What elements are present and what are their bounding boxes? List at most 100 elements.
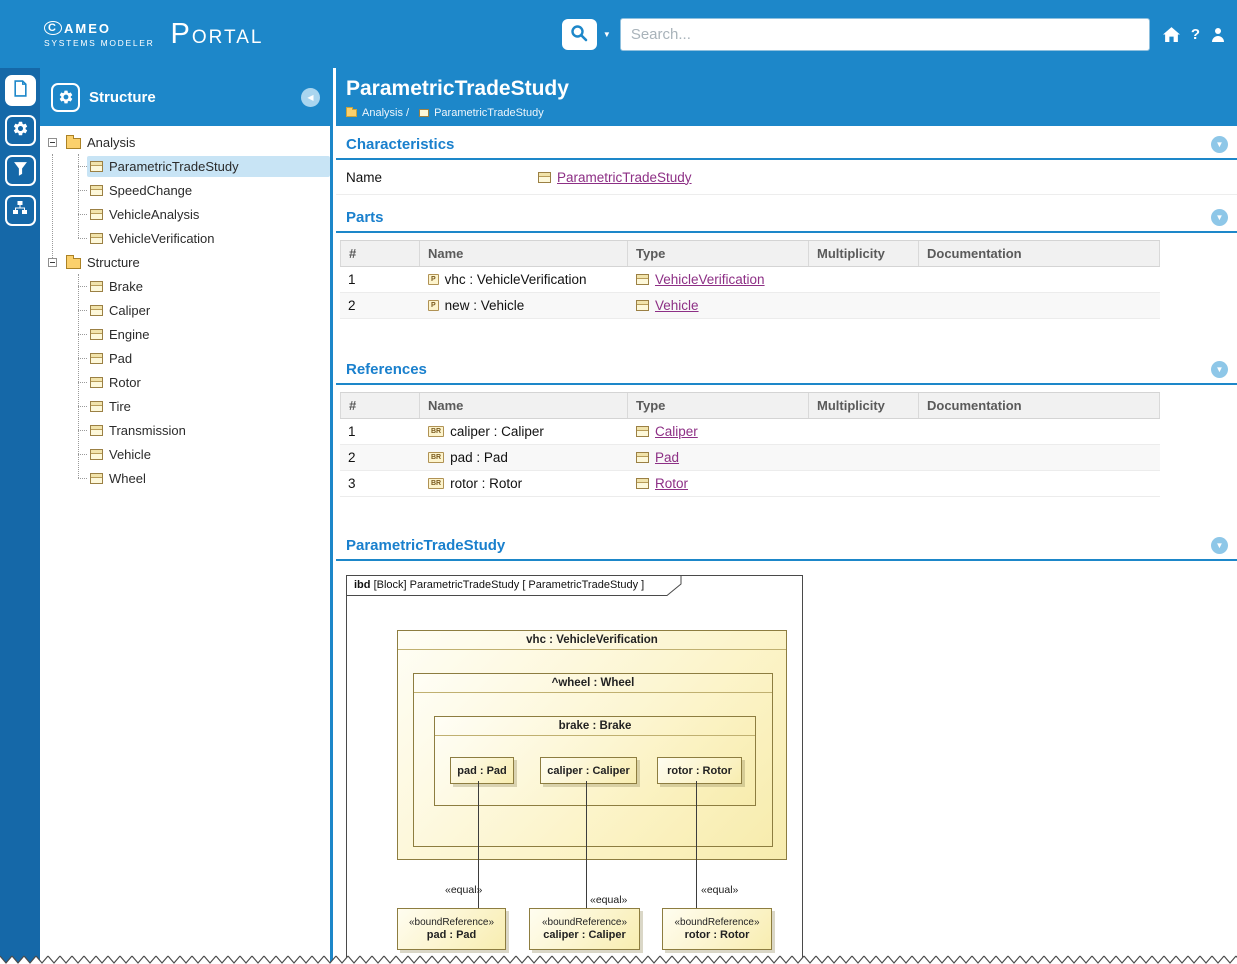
- column-header: #: [340, 241, 420, 266]
- bound-reference-pad[interactable]: «boundReference» pad : Pad: [397, 908, 506, 950]
- tree-item-wheel[interactable]: Wheel: [40, 466, 330, 490]
- tree-item-brake[interactable]: Brake: [40, 274, 330, 298]
- characteristic-name-row: Name ParametricTradeStudy: [336, 160, 1237, 195]
- type-link[interactable]: Pad: [655, 450, 679, 465]
- tree-item-parametrictradestudy[interactable]: ParametricTradeStudy: [40, 154, 330, 178]
- section-collapse-icon[interactable]: ▼: [1211, 537, 1228, 554]
- filter-tool-button[interactable]: [5, 155, 36, 186]
- section-collapse-icon[interactable]: ▼: [1211, 361, 1228, 378]
- diagram-node-caliper[interactable]: caliper : Caliper: [540, 757, 637, 784]
- settings-tool-button[interactable]: [5, 115, 36, 146]
- diagram-canvas[interactable]: ibd [Block] ParametricTradeStudy [ Param…: [346, 575, 803, 964]
- tree-item-label: Tire: [109, 399, 131, 414]
- tree-folder-structure[interactable]: Structure: [40, 250, 330, 274]
- section-collapse-icon[interactable]: ▼: [1211, 136, 1228, 153]
- tree-item-label: Structure: [87, 255, 140, 270]
- tree-item-speedchange[interactable]: SpeedChange: [40, 178, 330, 202]
- tree-item-rotor[interactable]: Rotor: [40, 370, 330, 394]
- search-button[interactable]: [562, 19, 597, 50]
- folder-icon: [66, 258, 81, 269]
- content-header: ParametricTradeStudy Analysis / Parametr…: [336, 68, 1237, 126]
- bound-reference-rotor[interactable]: «boundReference» rotor : Rotor: [662, 908, 772, 950]
- bound-reference-caliper[interactable]: «boundReference» caliper : Caliper: [529, 908, 640, 950]
- property-kind-icon: BR: [428, 478, 444, 489]
- brand-subtitle: SYSTEMS MODELER: [44, 38, 155, 48]
- diagram-node-brake[interactable]: brake : Brake pad : Pad caliper : Calipe…: [434, 716, 756, 806]
- product-name: PORTAL: [171, 18, 264, 51]
- row-number-cell: 1: [340, 267, 420, 292]
- block-icon: [90, 473, 103, 484]
- documentation-cell: [919, 471, 1160, 496]
- panel-collapse-button[interactable]: ◀: [301, 88, 320, 107]
- home-icon[interactable]: [1163, 27, 1180, 42]
- column-header: Name: [420, 393, 628, 418]
- block-icon: [90, 233, 103, 244]
- name-cell: Pnew : Vehicle: [420, 293, 628, 318]
- tree-item-label: Analysis: [87, 135, 135, 150]
- section-divider: [336, 383, 1237, 385]
- characteristics-section: Characteristics ▼ Name ParametricTradeSt…: [336, 136, 1237, 195]
- tree-item-pad[interactable]: Pad: [40, 346, 330, 370]
- equal-edge-label: «equal»: [701, 884, 738, 896]
- expand-collapse-handle[interactable]: [48, 258, 57, 267]
- bound-reference-name: rotor : Rotor: [685, 929, 750, 941]
- documentation-cell: [919, 267, 1160, 292]
- tree-item-tire[interactable]: Tire: [40, 394, 330, 418]
- type-link[interactable]: Vehicle: [655, 298, 699, 313]
- tree-item-transmission[interactable]: Transmission: [40, 418, 330, 442]
- content-scroll-area[interactable]: Characteristics ▼ Name ParametricTradeSt…: [336, 126, 1237, 964]
- table-row: 2BRpad : PadPad: [340, 445, 1160, 471]
- gear-icon: [12, 120, 29, 142]
- type-link[interactable]: Rotor: [655, 476, 688, 491]
- search-scope-caret-icon[interactable]: ▼: [603, 30, 611, 39]
- user-icon[interactable]: [1211, 27, 1225, 42]
- block-icon: [419, 109, 429, 117]
- expand-collapse-handle[interactable]: [48, 138, 57, 147]
- tree-item-label: ParametricTradeStudy: [109, 159, 239, 174]
- tree-item-body: Transmission: [87, 420, 330, 441]
- block-icon: [90, 353, 103, 364]
- tree-item-vehicleanalysis[interactable]: VehicleAnalysis: [40, 202, 330, 226]
- breadcrumb-current[interactable]: ParametricTradeStudy: [419, 107, 544, 119]
- structure-panel: Structure ◀ Analysis ParametricTradeStudy…: [40, 68, 333, 964]
- diagram-node-vhc[interactable]: vhc : VehicleVerification ^wheel : Wheel…: [397, 630, 787, 860]
- stereotype-label: «boundReference»: [409, 917, 494, 928]
- tree-item-caliper[interactable]: Caliper: [40, 298, 330, 322]
- tree-item-body: Brake: [87, 276, 330, 297]
- tree-item-label: Wheel: [109, 471, 146, 486]
- property-name: caliper : Caliper: [450, 424, 544, 439]
- section-collapse-icon[interactable]: ▼: [1211, 209, 1228, 226]
- diagram-node-wheel[interactable]: ^wheel : Wheel brake : Brake pad : Pad c…: [413, 673, 773, 847]
- block-icon: [90, 281, 103, 292]
- help-icon[interactable]: ?: [1191, 26, 1200, 43]
- tree-connector: [78, 190, 87, 191]
- tree-connector: [78, 286, 87, 287]
- node-title: vhc : VehicleVerification: [398, 631, 786, 650]
- breadcrumb-analysis[interactable]: Analysis /: [346, 107, 409, 119]
- tree-folder-analysis[interactable]: Analysis: [40, 130, 330, 154]
- diagram-node-rotor[interactable]: rotor : Rotor: [657, 757, 742, 784]
- tree-item-vehicle[interactable]: Vehicle: [40, 442, 330, 466]
- diagram-node-pad[interactable]: pad : Pad: [450, 757, 514, 784]
- search-input[interactable]: [620, 18, 1150, 51]
- table-header-row: #NameTypeMultiplicityDocumentation: [340, 392, 1160, 419]
- structure-tool-button[interactable]: [5, 195, 36, 226]
- structure-panel-header: Structure ◀: [40, 68, 330, 126]
- type-link[interactable]: Caliper: [655, 424, 698, 439]
- equal-edge-label: «equal»: [590, 894, 627, 906]
- search-area: ▼: [562, 18, 1150, 51]
- tree-item-body: Tire: [87, 396, 330, 417]
- tree-item-engine[interactable]: Engine: [40, 322, 330, 346]
- property-kind-icon: BR: [428, 426, 444, 437]
- name-value-link[interactable]: ParametricTradeStudy: [557, 170, 692, 185]
- pages-tool-button[interactable]: [5, 75, 36, 106]
- multiplicity-cell: [809, 445, 919, 470]
- block-icon: [636, 452, 649, 463]
- type-link[interactable]: VehicleVerification: [655, 272, 765, 287]
- parts-heading: Parts: [346, 209, 384, 226]
- tree-item-vehicleverification[interactable]: VehicleVerification: [40, 226, 330, 250]
- diagram-heading: ParametricTradeStudy: [346, 537, 505, 554]
- tree-connector: [78, 382, 87, 383]
- table-row: 3BRrotor : RotorRotor: [340, 471, 1160, 497]
- column-header: #: [340, 393, 420, 418]
